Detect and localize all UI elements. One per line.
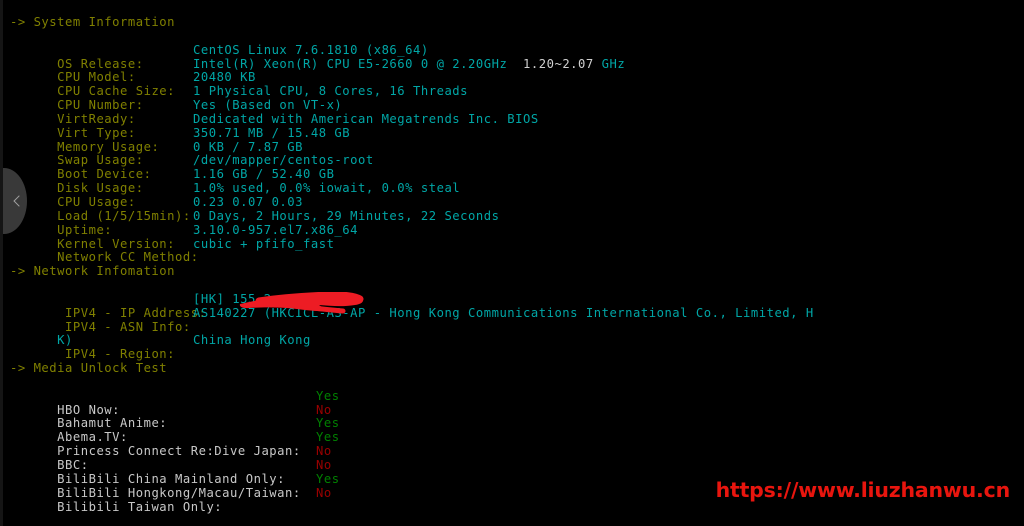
row-value: CentOS Linux 7.6.1810 (x86_64) <box>193 42 429 57</box>
row-value: Dedicated with American Megatrends Inc. … <box>193 111 539 126</box>
row-value: [HK] 155.2 <box>193 291 272 306</box>
terminal-window[interactable]: -> System Information OS Release: CentOS… <box>0 0 1024 526</box>
terminal-output: -> System Information OS Release: CentOS… <box>3 0 1024 513</box>
section-header-media: -> Media Unlock Test <box>10 361 168 376</box>
row-value: China Hong Kong <box>193 333 311 348</box>
row-value: 0 Days, 2 Hours, 29 Minutes, 22 Seconds <box>193 208 500 223</box>
info-row-kernel-version: Kernel Version: 3.10.0-957.el7.x86_64 <box>10 222 1024 251</box>
media-row-bilibili-china-mainland: BiliBili China Mainland Only: No <box>10 458 1024 486</box>
row-value: cubic + pfifo_fast <box>193 236 335 251</box>
row-value: AS140227 (HKCICL-AS-AP - Hong Kong Commu… <box>193 305 814 320</box>
info-row-virtready: VirtReady: Yes (Based on VT-x) <box>10 98 1024 126</box>
info-row-boot-device: Boot Device: /dev/mapper/centos-root <box>10 153 1024 182</box>
row-value: /dev/mapper/centos-root <box>193 153 374 168</box>
row-value: Yes <box>316 388 340 403</box>
row-label: Network CC Method: <box>57 250 199 265</box>
info-row-ipv4-region: IPV4 - Region: China Hong Kong <box>10 333 1024 362</box>
row-value: Intel(R) Xeon(R) CPU E5-2660 0 @ 2.20GHz <box>193 56 508 71</box>
row-value: Yes <box>316 416 340 431</box>
media-row-hbo-now: HBO Now: Yes <box>10 388 1024 417</box>
row-value: 1 Physical CPU, 8 Cores, 16 Threads <box>193 84 469 99</box>
info-row-load-average: Load (1/5/15min): 0.23 0.07 0.03 <box>10 194 1024 223</box>
info-row-disk-usage: Disk Usage: 1.16 GB / 52.40 GB <box>10 167 1024 195</box>
section-header-system: -> System Information <box>10 15 176 29</box>
info-row-os-release: OS Release: CentOS Linux 7.6.1810 (x86_6… <box>10 42 1024 71</box>
row-label: Bilibili Taiwan Only: <box>57 499 223 514</box>
row-value: 3.10.0-957.el7.x86_64 <box>193 222 359 237</box>
info-row-network-cc-method: Network CC Method: cubic + pfifo_fast <box>10 236 1024 265</box>
row-value: 20480 KB <box>193 70 256 85</box>
row-value: No <box>316 485 332 500</box>
info-row-cpu-cache-size: CPU Cache Size: 20480 KB <box>10 70 1024 99</box>
media-row-princess-connect: Princess Connect Re:Dive Japan: Yes <box>10 430 1024 458</box>
row-value: No <box>316 444 332 459</box>
media-row-bbc: BBC: No <box>10 444 1024 472</box>
row-value: Yes (Based on VT-x) <box>193 98 343 113</box>
info-row-swap-usage: Swap Usage: 0 KB / 7.87 GB <box>10 139 1024 168</box>
site-watermark: https://www.liuzhanwu.cn <box>715 478 1011 502</box>
row-value: 0 KB / 7.87 GB <box>193 139 304 154</box>
info-row-virt-type: Virt Type: Dedicated with American Megat… <box>10 111 1024 140</box>
row-value: No <box>316 402 332 417</box>
info-row-uptime: Uptime: 0 Days, 2 Hours, 29 Minutes, 22 … <box>10 208 1024 237</box>
info-row-ipv4-address: IPV4 - IP Address: [HK] 155.2 <box>10 291 1024 320</box>
info-row-memory-usage: Memory Usage: 350.71 MB / 15.48 GB <box>10 125 1024 154</box>
chevron-left-icon <box>13 195 25 207</box>
info-row-ipv4-asn-wrap: K) <box>10 321 1024 347</box>
media-row-abema-tv: Abema.TV: Yes <box>10 416 1024 445</box>
media-row-bahamut-anime: Bahamut Anime: No <box>10 402 1024 431</box>
row-value: 0.23 0.07 0.03 <box>193 194 304 209</box>
row-label: IPV4 - Region: <box>57 347 176 362</box>
info-row-cpu-number: CPU Number: 1 Physical CPU, 8 Cores, 16 … <box>10 84 1024 112</box>
section-header-network: -> Network Infomation <box>10 264 176 279</box>
info-row-cpu-usage: CPU Usage: 1.0% used, 0.0% iowait, 0.0% … <box>10 181 1024 209</box>
info-row-ipv4-asn: IPV4 - ASN Info: AS140227 (HKCICL-AS-AP … <box>10 305 1024 334</box>
info-row-cpu-model: CPU Model: Intel(R) Xeon(R) CPU E5-2660 … <box>10 56 1024 85</box>
row-value: Yes <box>316 430 340 445</box>
row-value-group: Intel(R) Xeon(R) CPU E5-2660 0 @ 2.20GHz… <box>193 56 626 72</box>
row-value-freq: 1.20~2.07 <box>507 56 602 71</box>
row-value: 1.16 GB / 52.40 GB <box>193 167 335 182</box>
row-value: 350.71 MB / 15.48 GB <box>193 125 351 140</box>
row-value: 1.0% used, 0.0% iowait, 0.0% steal <box>193 181 461 196</box>
row-value: No <box>316 458 332 472</box>
row-value-freq-unit: GHz <box>601 56 626 71</box>
row-value: Yes <box>316 471 340 486</box>
